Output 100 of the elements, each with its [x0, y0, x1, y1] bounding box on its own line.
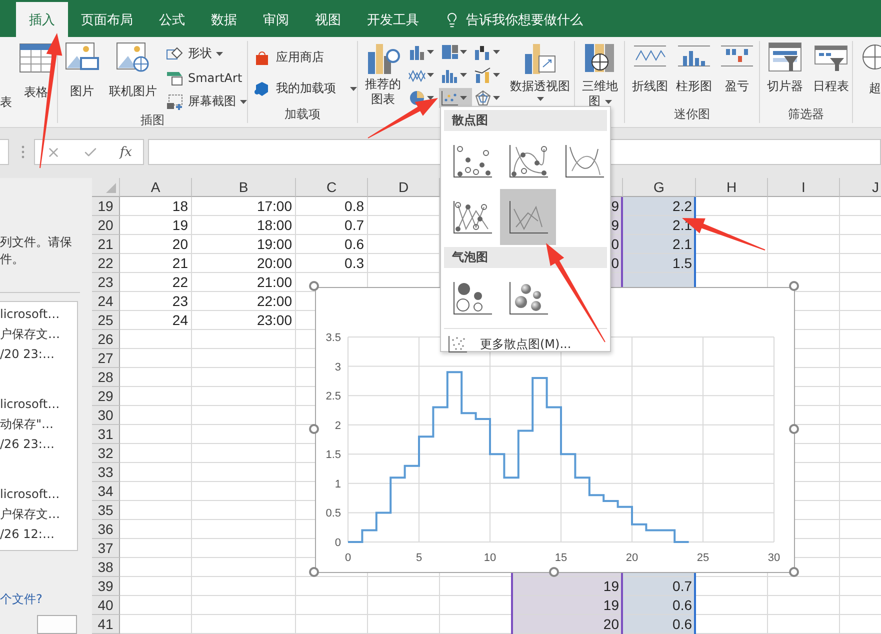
hyperlink-button[interactable]: 超	[857, 41, 881, 97]
tell-me-search[interactable]: 告诉我你想要做什么	[440, 2, 587, 37]
row-header[interactable]: 34	[92, 482, 120, 501]
column-header[interactable]: I	[768, 178, 840, 197]
row-header[interactable]: 35	[92, 501, 120, 520]
recovered-file-item[interactable]: licrosoft… 户保存文… /20 23:…	[0, 304, 60, 364]
ribbon-tab[interactable]: 页面布局	[68, 2, 146, 37]
table-cell	[768, 577, 840, 596]
column-header[interactable]: H	[696, 178, 768, 197]
row-header[interactable]: 26	[92, 330, 120, 349]
axis-label: 1	[334, 478, 341, 490]
row-header[interactable]: 37	[92, 539, 120, 558]
sparkline-button[interactable]: 折线图	[629, 41, 671, 95]
chart-type-button[interactable]	[439, 88, 472, 108]
axis-label: 0	[334, 537, 341, 549]
filter-button[interactable]: 日程表	[810, 41, 852, 95]
ribbon-tab[interactable]: 视图	[302, 2, 354, 37]
row-header[interactable]: 24	[92, 292, 120, 311]
axis-label: 10	[484, 552, 496, 564]
table-cell: 20:00	[192, 254, 296, 273]
table-cell	[768, 235, 840, 254]
column-header[interactable]: B	[192, 178, 296, 197]
bar-chart-icon	[408, 44, 426, 60]
table-cell: 22:00	[192, 292, 296, 311]
row-header[interactable]: 30	[92, 406, 120, 425]
pane-button[interactable]	[37, 614, 77, 634]
column-header[interactable]: G	[623, 178, 696, 197]
row-header[interactable]: 28	[92, 368, 120, 387]
axis-label: 20	[626, 552, 638, 564]
ribbon-tab[interactable]: 审阅	[250, 2, 302, 37]
table-cell	[440, 615, 512, 634]
ribbon-tab[interactable]: 开发工具	[354, 2, 432, 37]
table-cell: 23	[120, 292, 192, 311]
cube-icon	[254, 80, 270, 96]
table-cell	[120, 482, 192, 501]
row-header[interactable]: 40	[92, 596, 120, 615]
store-bag-icon	[254, 50, 270, 66]
ribbon-tab[interactable]: 数据	[198, 2, 250, 37]
caret-icon	[427, 50, 434, 54]
row-header[interactable]: 25	[92, 311, 120, 330]
ribbon-button[interactable]: 形状	[164, 43, 249, 64]
row-header[interactable]: 22	[92, 254, 120, 273]
row-header[interactable]: 19	[92, 197, 120, 216]
table-cell	[696, 577, 768, 596]
column-header[interactable]: D	[368, 178, 440, 197]
table-cell: 22	[120, 273, 192, 292]
group-label: 加载项	[284, 106, 320, 123]
table-cell: 19	[512, 577, 623, 596]
column-header[interactable]: A	[120, 178, 192, 197]
row-header[interactable]: 27	[92, 349, 120, 368]
table-cell	[696, 615, 768, 634]
row-header[interactable]: 21	[92, 235, 120, 254]
ribbon-tab[interactable]: 公式	[146, 2, 198, 37]
ribbon-button[interactable]: 应用商店	[252, 47, 359, 68]
row-header[interactable]: 36	[92, 520, 120, 539]
row-header[interactable]: 20	[92, 216, 120, 235]
column-header[interactable]: C	[296, 178, 368, 197]
chart-type-option[interactable]	[500, 189, 556, 245]
insert-function-button[interactable]: fx	[120, 144, 132, 160]
ribbon-button[interactable]: 我的加载项	[252, 78, 359, 99]
table-cell: 19:00	[192, 235, 296, 254]
table-cell: 24	[120, 311, 192, 330]
caret-icon	[604, 100, 612, 104]
resize-handle[interactable]	[549, 567, 559, 577]
sparkline-button[interactable]: 盈亏	[717, 41, 757, 95]
table-cell: 18:00	[192, 216, 296, 235]
row-header[interactable]: 23	[92, 273, 120, 292]
row-header[interactable]: 41	[92, 615, 120, 634]
online-picture-button[interactable]: 联机图片	[106, 41, 160, 100]
row-header[interactable]: 31	[92, 425, 120, 444]
table-cell	[120, 520, 192, 539]
pivot-chart-icon	[523, 42, 557, 74]
axis-label: 5	[416, 552, 422, 564]
more-scatter-charts-item[interactable]: 更多散点图(M)...	[444, 328, 607, 359]
table-cell: 0.6	[296, 235, 368, 254]
table-cell	[440, 577, 512, 596]
recovered-file-item[interactable]: licrosoft… 动保存"… /26 23:…	[0, 394, 60, 454]
ribbon-tab[interactable]: 插入	[16, 2, 68, 37]
group-label: 迷你图	[674, 106, 710, 123]
caret-icon	[493, 96, 500, 100]
caret-icon	[460, 73, 467, 77]
help-link[interactable]: 个文件?	[0, 590, 92, 608]
axis-label: 0	[344, 552, 352, 564]
ribbon-button[interactable]: 屏幕截图	[164, 91, 249, 112]
recommended-charts-button[interactable]: 推荐的 图表	[362, 41, 404, 108]
filter-button[interactable]: 切片器	[764, 41, 806, 95]
file-list[interactable]: licrosoft… 户保存文… /20 23:… licrosoft… 动保存"… /26 23:… licrosoft… 户保存文… /26 12:…	[0, 300, 78, 551]
group-label: 筛选器	[788, 106, 824, 123]
row-header[interactable]: 38	[92, 558, 120, 577]
row-header[interactable]: 32	[92, 444, 120, 463]
table-cell	[296, 577, 368, 596]
pivot-chart-button[interactable]: 数据透视图	[507, 41, 573, 102]
row-header[interactable]: 33	[92, 463, 120, 482]
row-header[interactable]: 39	[92, 577, 120, 596]
table-cell: 20	[120, 235, 192, 254]
recovered-file-item[interactable]: licrosoft… 户保存文… /26 12:…	[0, 484, 60, 544]
ribbon-button[interactable]: SmartArt	[164, 67, 249, 88]
picture-button[interactable]: 图片	[62, 41, 102, 100]
sparkline-button[interactable]: 柱形图	[673, 41, 715, 95]
row-header[interactable]: 29	[92, 387, 120, 406]
